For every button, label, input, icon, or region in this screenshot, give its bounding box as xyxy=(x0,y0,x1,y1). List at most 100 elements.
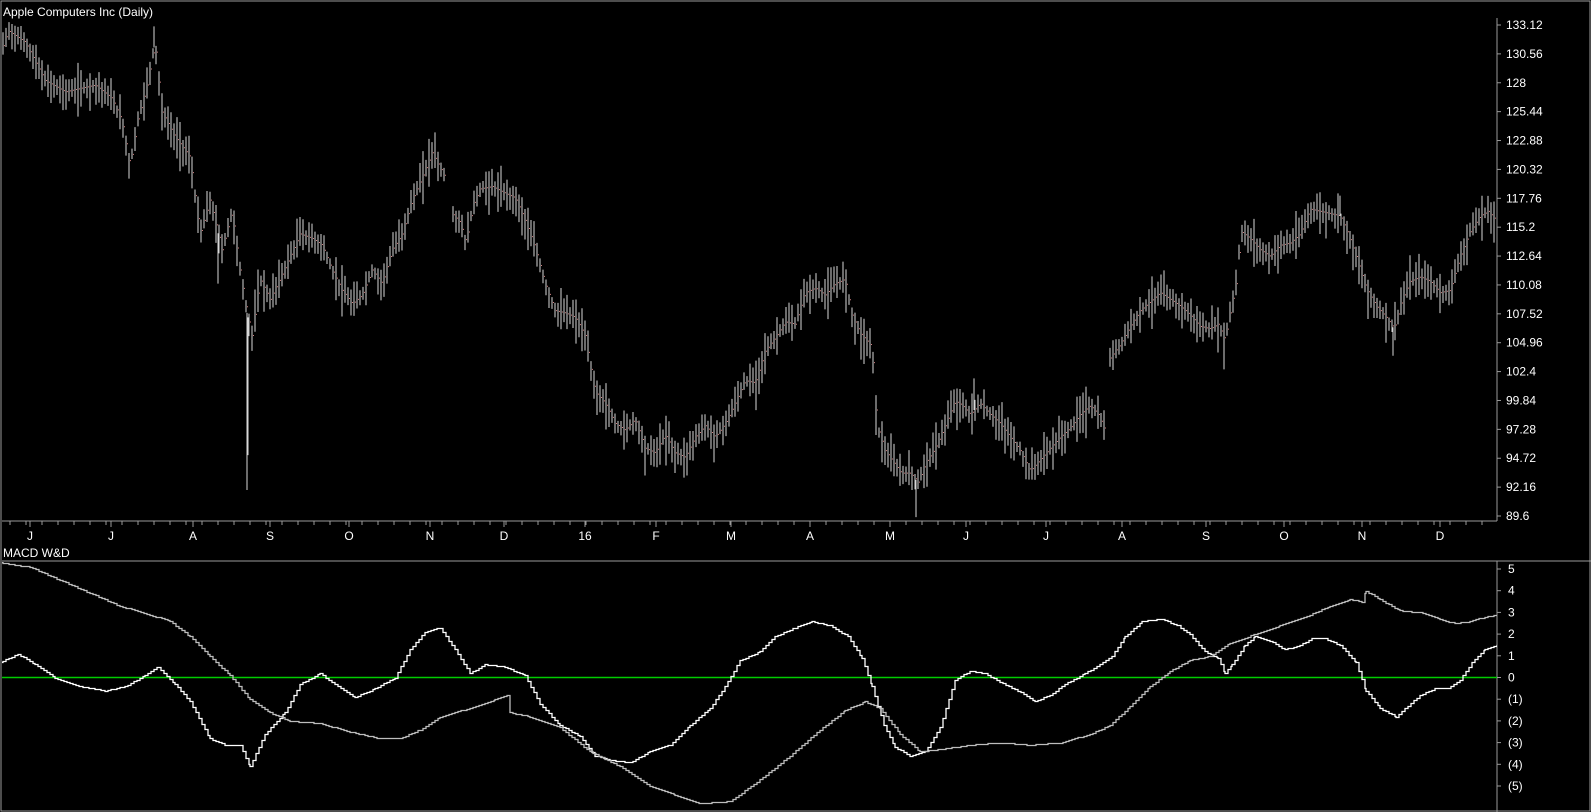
price-bar xyxy=(1034,454,1037,480)
price-bar xyxy=(1370,287,1373,308)
price-bar xyxy=(191,156,194,189)
chart-window: Apple Computers Inc (Daily) MACD W&D 133… xyxy=(0,0,1591,812)
price-bar xyxy=(695,424,698,448)
price-bar xyxy=(1343,216,1346,241)
price-bar xyxy=(1094,404,1097,417)
price-bar xyxy=(140,100,143,115)
price-bar xyxy=(491,168,494,196)
price-bar xyxy=(224,233,227,246)
price-bar xyxy=(308,222,311,253)
price-bar xyxy=(1439,273,1442,314)
price-bar xyxy=(359,290,362,306)
price-bar xyxy=(197,196,200,233)
price-bar xyxy=(560,287,563,330)
price-bar xyxy=(155,45,158,65)
price-bar xyxy=(35,44,38,80)
price-bar xyxy=(1235,269,1238,296)
x-tick-label: A xyxy=(1118,529,1126,543)
price-bar xyxy=(932,432,935,464)
price-bar xyxy=(137,111,140,127)
price-bar xyxy=(1166,284,1169,311)
price-bar xyxy=(1421,268,1424,290)
price-bar xyxy=(338,279,341,297)
price-bar xyxy=(842,261,845,293)
price-bar xyxy=(431,142,434,169)
price-bar xyxy=(1004,418,1007,454)
price-bar xyxy=(974,399,977,421)
price-bar xyxy=(1148,289,1151,318)
price-bar xyxy=(119,94,122,130)
price-bar xyxy=(1301,214,1304,239)
price-bar xyxy=(143,82,146,121)
price-bar xyxy=(1316,193,1319,220)
price-bar xyxy=(1292,228,1295,251)
x-tick-label: F xyxy=(652,529,659,543)
price-bar xyxy=(23,32,26,53)
price-bar xyxy=(665,415,668,466)
price-bar xyxy=(1418,253,1421,296)
price-bar xyxy=(989,407,992,421)
price-bar xyxy=(677,442,680,465)
price-bar xyxy=(1328,205,1331,221)
price-bar xyxy=(578,312,581,338)
price-bar xyxy=(1091,398,1094,419)
price-bar xyxy=(200,219,203,243)
price-bar xyxy=(752,367,755,394)
price-bar xyxy=(398,219,401,252)
price-bar xyxy=(527,207,530,251)
price-bar xyxy=(1022,450,1025,467)
price-bar xyxy=(1178,298,1181,321)
price-bar xyxy=(968,405,971,423)
price-bar xyxy=(1187,302,1190,322)
price-bars xyxy=(2,22,1496,518)
price-bar xyxy=(791,304,794,341)
price-bar xyxy=(1025,447,1028,480)
price-bar xyxy=(1373,293,1376,319)
price-bar xyxy=(983,389,986,420)
price-bar xyxy=(947,400,950,429)
price-bar xyxy=(977,394,980,413)
price-bar xyxy=(1322,203,1325,223)
price-bar xyxy=(911,466,914,491)
price-bar xyxy=(884,436,887,465)
price-bar xyxy=(290,241,293,264)
price-bar xyxy=(692,430,695,461)
price-bar xyxy=(1379,300,1382,320)
price-bar xyxy=(515,186,518,217)
price-bar xyxy=(410,189,413,214)
price-bar xyxy=(53,75,56,98)
price-bar xyxy=(593,370,596,399)
x-tick-label: J xyxy=(1043,529,1049,543)
macd-y-ticks: 5 4 3 2 1 0 (1) (2) (3) (4) (5) xyxy=(1497,562,1523,793)
x-tick-label: A xyxy=(189,529,197,543)
price-bar xyxy=(671,437,674,463)
price-bar xyxy=(1253,218,1256,267)
price-bar xyxy=(272,273,275,308)
price-bar xyxy=(236,235,239,267)
price-bar xyxy=(551,297,554,309)
price-bar xyxy=(890,433,893,472)
price-bar xyxy=(458,210,461,233)
price-bar xyxy=(590,361,593,381)
price-bar xyxy=(1076,396,1079,442)
price-bar xyxy=(1088,396,1091,414)
price-bar xyxy=(1190,298,1193,332)
price-bar xyxy=(386,256,389,284)
price-bar xyxy=(587,330,590,362)
price-bar xyxy=(482,180,485,193)
price-bar xyxy=(131,148,134,160)
price-bar xyxy=(845,269,848,313)
price-bar xyxy=(83,82,86,94)
price-bar xyxy=(728,404,731,427)
price-bar xyxy=(1199,311,1202,337)
price-y-tick-label: 94.72 xyxy=(1506,451,1536,465)
price-bar xyxy=(1346,220,1349,254)
x-tick-label: 16 xyxy=(578,529,592,543)
price-bar xyxy=(440,162,443,177)
price-bar xyxy=(89,73,92,111)
price-bar xyxy=(1154,287,1157,314)
price-bar xyxy=(401,223,404,251)
x-tick-label: M xyxy=(726,529,736,543)
price-bar xyxy=(1310,202,1313,224)
price-y-tick-label: 107.52 xyxy=(1506,307,1543,321)
